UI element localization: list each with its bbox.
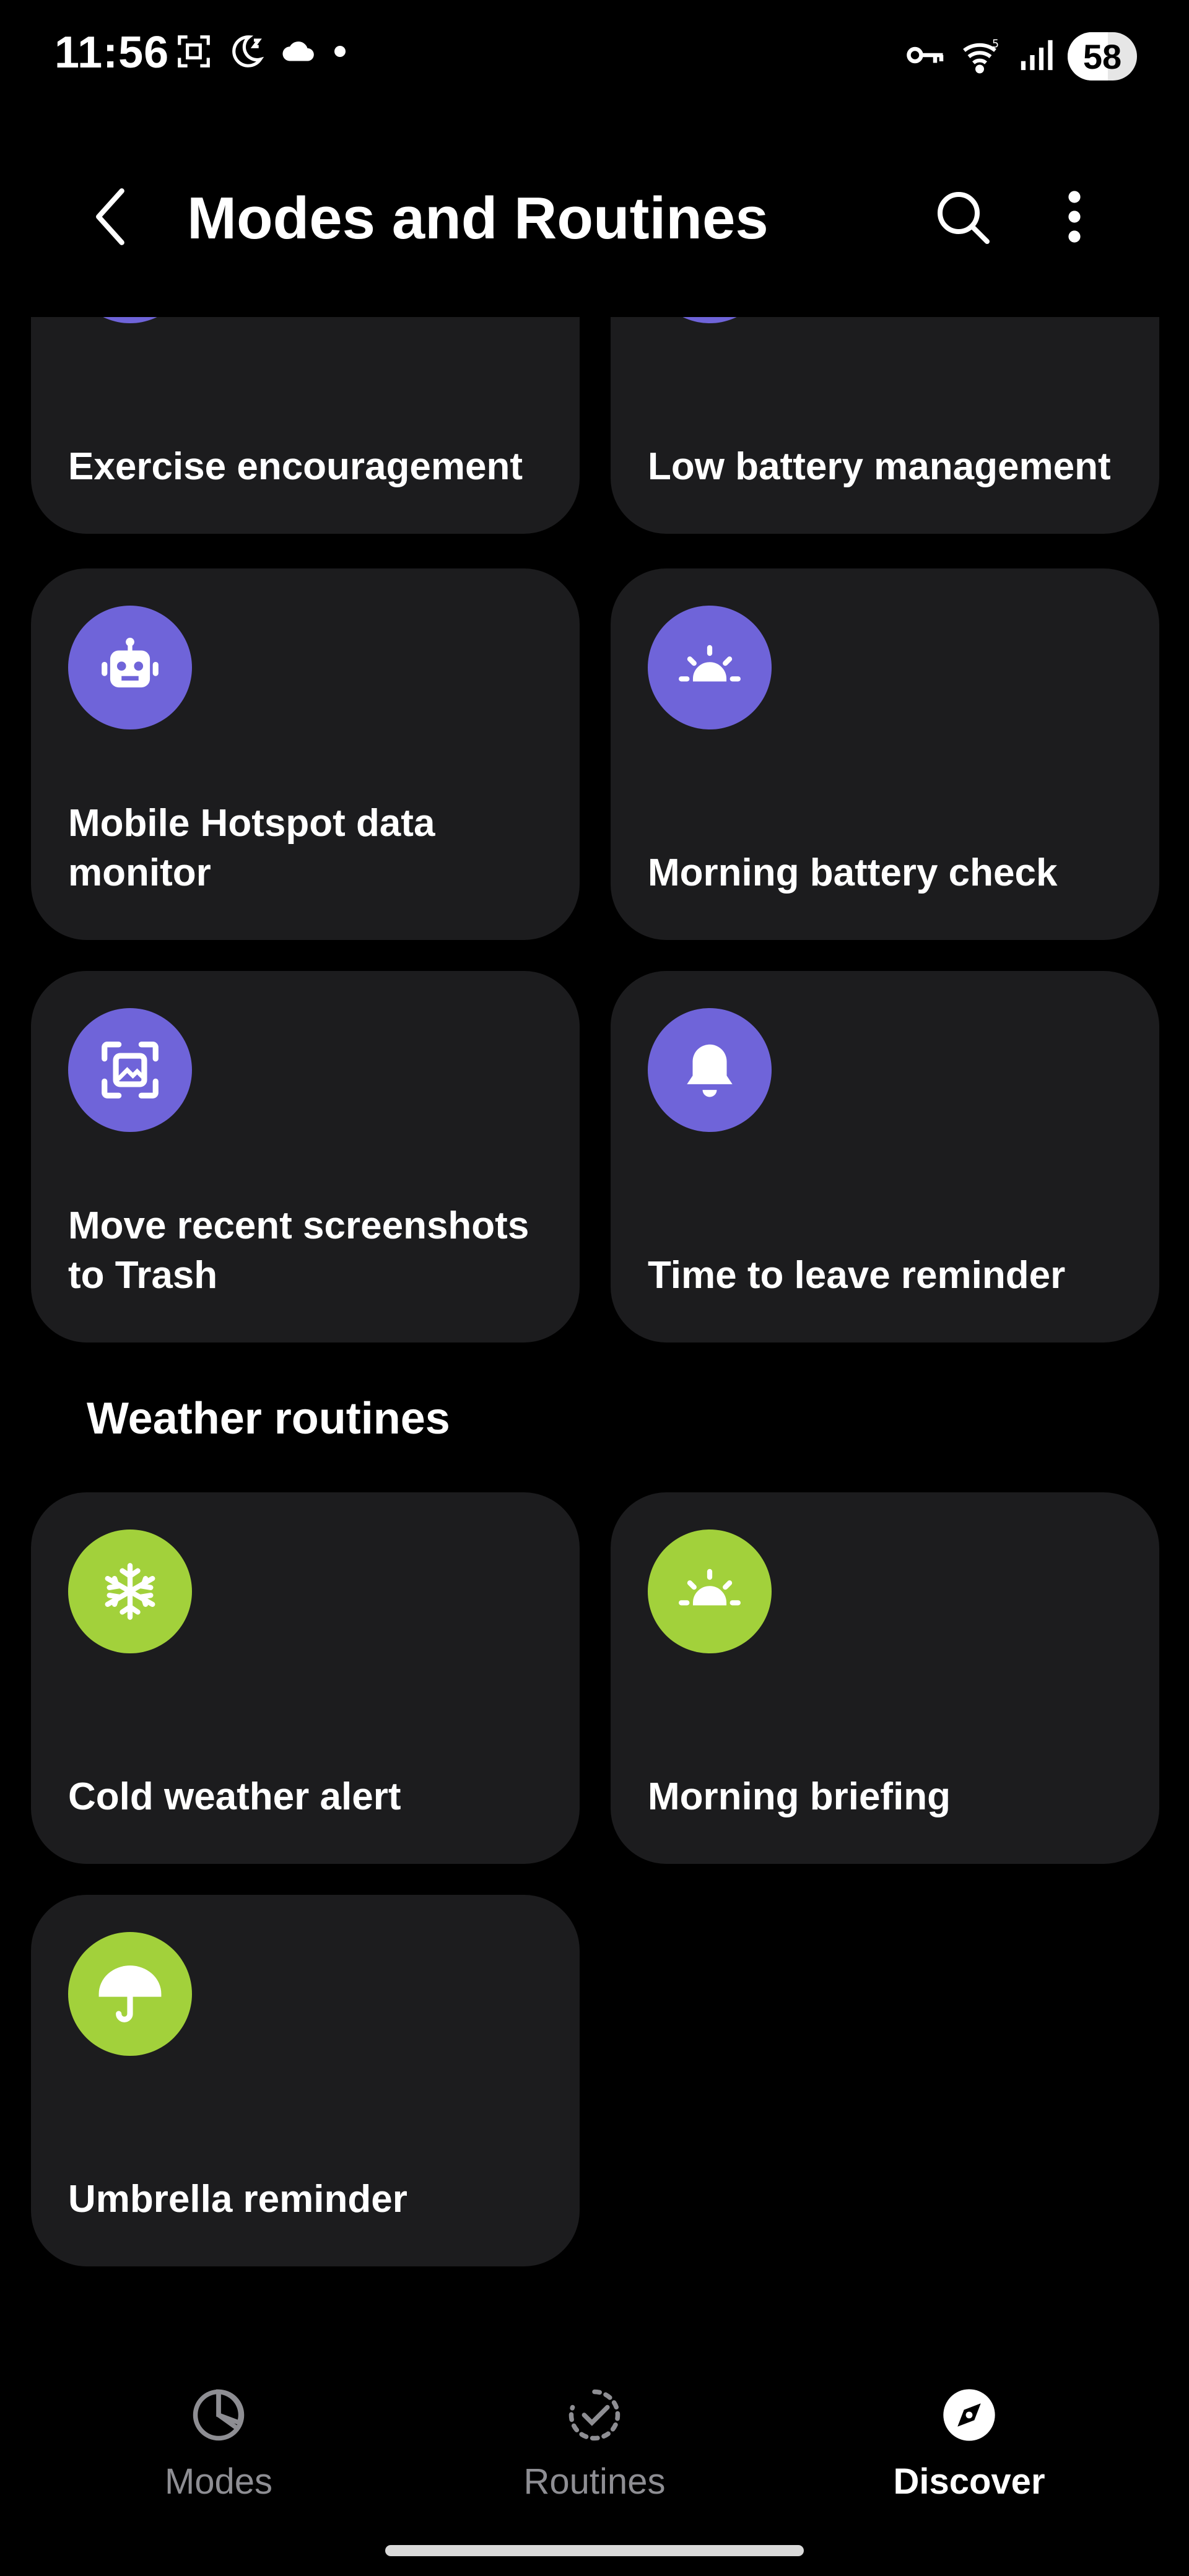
back-button[interactable] <box>81 180 142 254</box>
screenshot-icon <box>68 1008 192 1132</box>
wifi-icon: 5 <box>961 36 1004 77</box>
routine-card-morning-battery-check[interactable]: Morning battery check <box>611 568 1159 940</box>
status-bar: 11:56 5 58 <box>0 0 1189 118</box>
status-time: 11:56 <box>54 28 170 77</box>
notification-dot-icon <box>331 42 349 64</box>
routine-card-exercise-encouragement[interactable]: Exercise encouragement <box>31 317 580 534</box>
back-arrow-icon <box>96 188 124 245</box>
signal-icon <box>1018 36 1054 77</box>
compass-icon <box>932 2378 1006 2452</box>
routines-icon <box>557 2378 632 2452</box>
svg-text:5: 5 <box>992 38 999 50</box>
battery-level: 58 <box>1082 37 1122 76</box>
sunrise-icon <box>648 606 772 729</box>
more-vertical-icon <box>1068 191 1081 243</box>
home-indicator[interactable] <box>385 2545 804 2556</box>
section-title-weather-routines: Weather routines <box>87 1394 450 1443</box>
routine-card-move-recent-screenshots[interactable]: Move recent screenshots to Trash <box>31 971 580 1342</box>
page-title: Modes and Routines <box>187 185 769 251</box>
nav-label: Discover <box>893 2461 1045 2502</box>
routine-card-cold-weather-alert[interactable]: Cold weather alert <box>31 1492 580 1864</box>
search-button[interactable] <box>925 180 1000 254</box>
exercise-icon <box>68 317 192 323</box>
umbrella-icon <box>68 1932 192 2056</box>
more-options-button[interactable] <box>1040 180 1108 254</box>
nav-item-routines[interactable]: Routines <box>471 2378 718 2526</box>
bell-icon <box>648 1008 772 1132</box>
status-icons-right: 5 58 <box>904 32 1137 80</box>
routine-card-label: Morning battery check <box>648 851 1058 894</box>
routine-card-umbrella-reminder[interactable]: Umbrella reminder <box>31 1895 580 2266</box>
routine-card-mobile-hotspot-data-monitor[interactable]: Mobile Hotspot data monitor <box>31 568 580 940</box>
routine-card-label: Mobile Hotspot data monitor <box>68 802 435 894</box>
vpn-key-icon <box>904 36 947 77</box>
snowflake-icon <box>68 1530 192 1653</box>
modes-icon <box>181 2378 256 2452</box>
routine-card-label: Morning briefing <box>648 1775 951 1818</box>
app-bar: Modes and Routines <box>0 155 1189 279</box>
battery-indicator: 58 <box>1068 32 1137 80</box>
routine-card-morning-briefing[interactable]: Morning briefing <box>611 1492 1159 1864</box>
routine-card-label: Cold weather alert <box>68 1775 401 1818</box>
robot-icon <box>68 606 192 729</box>
routine-card-label: Exercise encouragement <box>68 445 523 488</box>
sunrise-icon <box>648 1530 772 1653</box>
bottom-navigation: Modes Routines Discover <box>0 2353 1189 2539</box>
routine-card-label: Move recent screenshots to Trash <box>68 1204 529 1297</box>
routine-card-label: Umbrella reminder <box>68 2178 407 2221</box>
search-icon <box>938 192 990 244</box>
nav-label: Routines <box>523 2461 666 2502</box>
nav-item-modes[interactable]: Modes <box>95 2378 342 2526</box>
battery-icon <box>648 317 772 323</box>
cloud-icon <box>279 32 317 74</box>
screenshot-status-icon <box>175 32 213 74</box>
routine-card-low-battery-management[interactable]: Low battery management <box>611 317 1159 534</box>
nav-item-discover[interactable]: Discover <box>845 2378 1093 2526</box>
routine-card-time-to-leave-reminder[interactable]: Time to leave reminder <box>611 971 1159 1342</box>
routine-card-label: Time to leave reminder <box>648 1254 1066 1297</box>
status-icons-left <box>175 32 349 74</box>
routine-card-label: Low battery management <box>648 445 1111 488</box>
sleep-mode-icon <box>227 32 265 74</box>
nav-label: Modes <box>164 2461 273 2502</box>
